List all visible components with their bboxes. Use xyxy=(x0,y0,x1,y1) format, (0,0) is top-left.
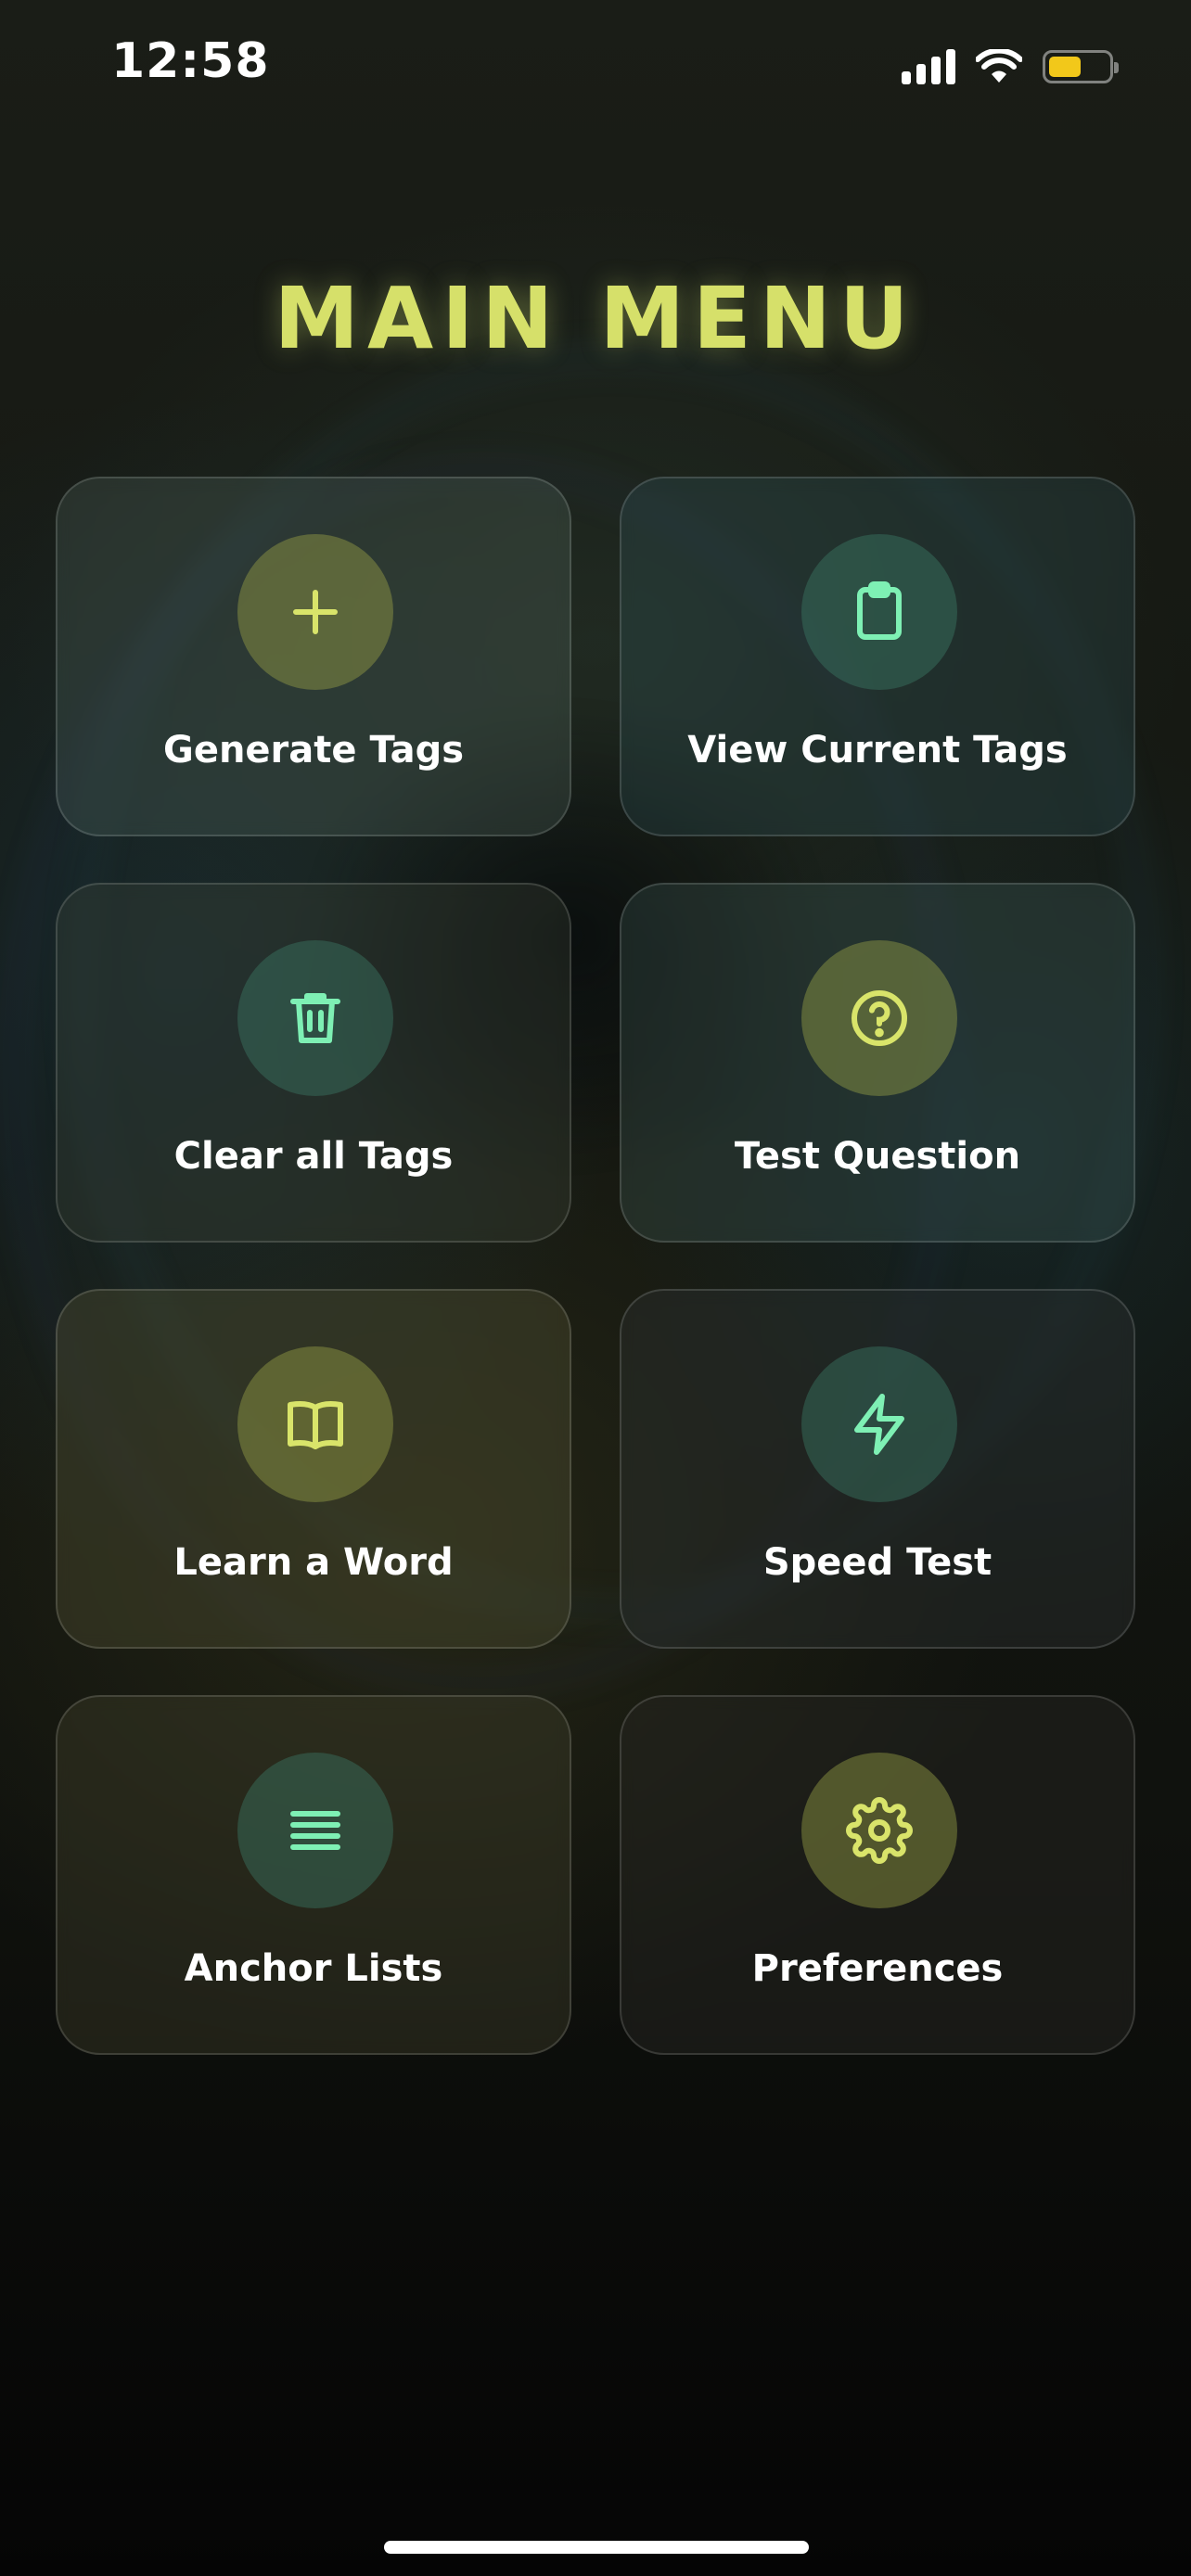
tile-icon-badge xyxy=(237,1753,393,1908)
preferences-button[interactable]: Preferences xyxy=(620,1695,1135,2055)
tile-icon-badge xyxy=(237,940,393,1096)
tile-label: View Current Tags xyxy=(687,729,1068,772)
status-time: 12:58 xyxy=(111,33,270,89)
generate-tags-button[interactable]: Generate Tags xyxy=(56,477,571,836)
tile-icon-badge xyxy=(237,1346,393,1502)
tile-label: Clear all Tags xyxy=(173,1135,454,1178)
plus-icon xyxy=(293,590,338,634)
tile-label: Test Question xyxy=(734,1135,1021,1178)
status-bar: 12:58 xyxy=(0,0,1191,139)
wifi-icon xyxy=(976,49,1022,83)
test-question-button[interactable]: Test Question xyxy=(620,883,1135,1243)
cellular-signal-icon xyxy=(902,49,955,84)
tile-icon-badge xyxy=(801,1346,957,1502)
tile-icon-badge xyxy=(237,534,393,690)
speed-test-button[interactable]: Speed Test xyxy=(620,1289,1135,1649)
menu-grid: Generate Tags View Current Tags Clear al… xyxy=(56,477,1135,2055)
tile-label: Preferences xyxy=(751,1947,1004,1990)
tile-icon-badge xyxy=(801,534,957,690)
status-icons xyxy=(902,45,1119,89)
clear-all-tags-button[interactable]: Clear all Tags xyxy=(56,883,571,1243)
gear-icon xyxy=(846,1797,913,1864)
tile-label: Anchor Lists xyxy=(184,1947,443,1990)
lightning-icon xyxy=(854,1394,904,1455)
tile-icon-badge xyxy=(801,1753,957,1908)
page-title: MAIN MENU xyxy=(274,269,917,368)
clipboard-icon xyxy=(857,581,902,640)
tile-label: Generate Tags xyxy=(162,729,465,772)
view-current-tags-button[interactable]: View Current Tags xyxy=(620,477,1135,836)
battery-icon xyxy=(1043,50,1119,83)
list-icon xyxy=(290,1811,340,1850)
learn-a-word-button[interactable]: Learn a Word xyxy=(56,1289,571,1649)
question-circle-icon xyxy=(852,990,907,1046)
tile-icon-badge xyxy=(801,940,957,1096)
book-icon xyxy=(288,1401,343,1449)
trash-icon xyxy=(290,993,340,1043)
tile-label: Speed Test xyxy=(762,1541,992,1584)
anchor-lists-button[interactable]: Anchor Lists xyxy=(56,1695,571,2055)
tile-label: Learn a Word xyxy=(173,1541,454,1584)
battery-level xyxy=(1049,57,1081,77)
home-indicator[interactable] xyxy=(384,2541,809,2554)
